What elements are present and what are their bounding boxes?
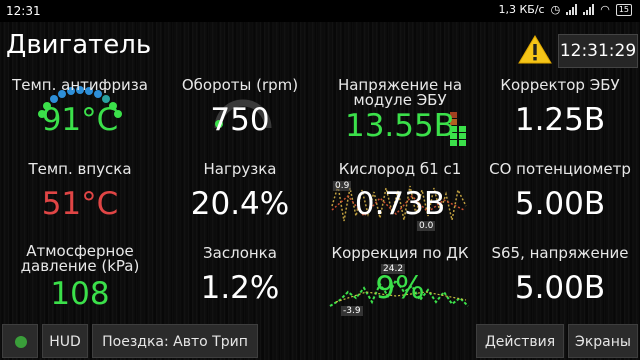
gauge-rpm[interactable]: Обороты (rpm) 750 <box>160 74 320 154</box>
status-bar: 12:31 1,3 КБ/с ◷ ◠ 15 <box>0 0 640 22</box>
battery-icon: 15 <box>615 3 632 16</box>
gauge-value: 91°C <box>41 102 119 138</box>
gauge-coolant-temp[interactable]: Темп. антифриза 91°C <box>0 74 160 154</box>
trip-button[interactable]: Поездка: Авто Трип <box>92 324 258 358</box>
gauge-value: 108 <box>50 276 110 312</box>
gauge-load[interactable]: Нагрузка 20.4% <box>160 158 320 238</box>
gauge-value: 5.00В <box>514 270 606 306</box>
gauge-co-potentiometer[interactable]: CO потенциометр 5.00В <box>480 158 640 238</box>
gauge-value: 51°C <box>41 186 119 222</box>
gauge-intake-temp[interactable]: Темп. впуска 51°C <box>0 158 160 238</box>
gauge-label: Обороты (rpm) <box>181 76 299 94</box>
gauge-label: Напряжение на модуле ЭБУ <box>337 76 463 109</box>
clock-display: 12:31:29 <box>558 34 638 68</box>
network-speed: 1,3 КБ/с <box>498 3 545 16</box>
gauge-label: Корректор ЭБУ <box>500 76 620 94</box>
bottom-toolbar: HUD Поездка: Авто Трип Действия Экраны <box>0 322 640 360</box>
status-indicators: 1,3 КБ/с ◷ ◠ 15 <box>498 3 632 16</box>
gauge-value: 0.73В <box>354 186 446 222</box>
alarm-icon: ◷ <box>550 3 561 16</box>
connection-status-icon <box>15 336 27 348</box>
gauge-value: 9% <box>375 270 425 306</box>
gauge-value: 20.4% <box>190 186 290 222</box>
gauge-label: S65, напряжение <box>491 244 629 262</box>
gauge-label: Коррекция по ДК <box>331 244 469 262</box>
gauge-value: 13.55В <box>344 108 455 144</box>
gauge-throttle[interactable]: Заслонка 1.2% <box>160 240 320 320</box>
signal-icon-2 <box>583 4 595 15</box>
gauge-s65-voltage[interactable]: S65, напряжение 5.00В <box>480 240 640 320</box>
connection-status-button[interactable] <box>2 324 38 358</box>
gauge-ecu-voltage[interactable]: Напряжение на модуле ЭБУ 13.55В <box>320 74 480 154</box>
gauge-value: 5.00В <box>514 186 606 222</box>
gauge-ecu-corrector[interactable]: Корректор ЭБУ 1.25В <box>480 74 640 154</box>
gauge-value: 1.2% <box>200 270 280 306</box>
gauge-value: 750 <box>210 102 270 138</box>
gauge-lambda-correction[interactable]: Коррекция по ДК 9% <box>320 240 480 320</box>
warning-icon[interactable] <box>518 34 552 64</box>
page-title: Двигатель <box>6 30 152 60</box>
gauge-label: CO потенциометр <box>489 160 631 178</box>
gauge-label: Нагрузка <box>203 160 277 178</box>
gauge-label: Атмосферное давление (kPa) <box>20 242 140 275</box>
gauge-oxygen-b1s1[interactable]: Кислород б1 с1 0.73В <box>320 158 480 238</box>
gauge-value: 1.25В <box>514 102 606 138</box>
wifi-icon: ◠ <box>600 3 610 16</box>
status-time: 12:31 <box>6 4 41 18</box>
gauge-label: Темп. впуска <box>28 160 132 178</box>
gauge-atmospheric-pressure[interactable]: Атмосферное давление (kPa) 108 <box>0 240 160 320</box>
screens-button[interactable]: Экраны <box>568 324 638 358</box>
actions-button[interactable]: Действия <box>476 324 564 358</box>
gauge-label: Кислород б1 с1 <box>338 160 462 178</box>
hud-button[interactable]: HUD <box>42 324 88 358</box>
gauge-label: Темп. антифриза <box>12 76 148 94</box>
signal-icon <box>566 4 578 15</box>
gauge-label: Заслонка <box>203 244 277 262</box>
